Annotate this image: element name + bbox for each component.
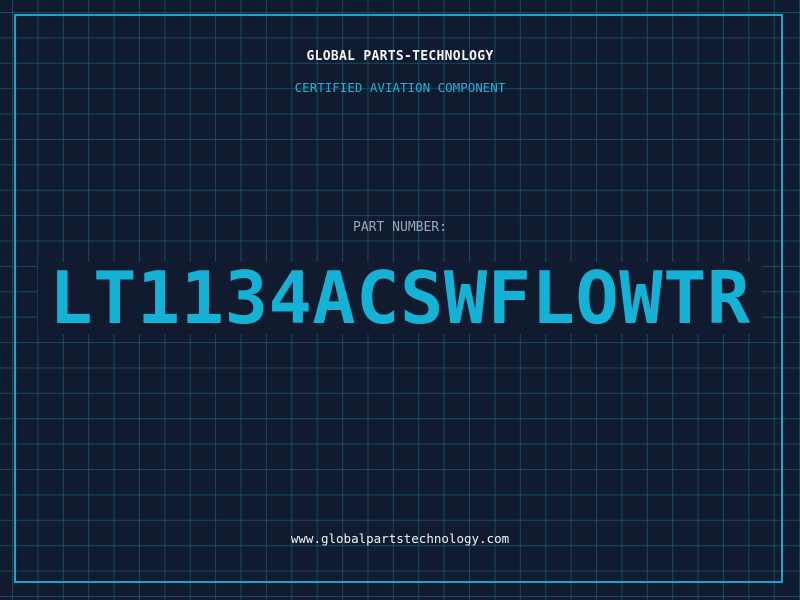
website-url: www.globalpartstechnology.com (290, 531, 510, 546)
part-label-card: GLOBAL PARTS-TECHNOLOGY CERTIFIED AVIATI… (0, 0, 800, 600)
company-name: GLOBAL PARTS-TECHNOLOGY (306, 49, 494, 64)
part-number-label: PART NUMBER: (353, 220, 447, 235)
certification-subtitle: CERTIFIED AVIATION COMPONENT (294, 80, 506, 95)
part-number-value: LT1134ACSWFLOWTR (49, 256, 751, 340)
